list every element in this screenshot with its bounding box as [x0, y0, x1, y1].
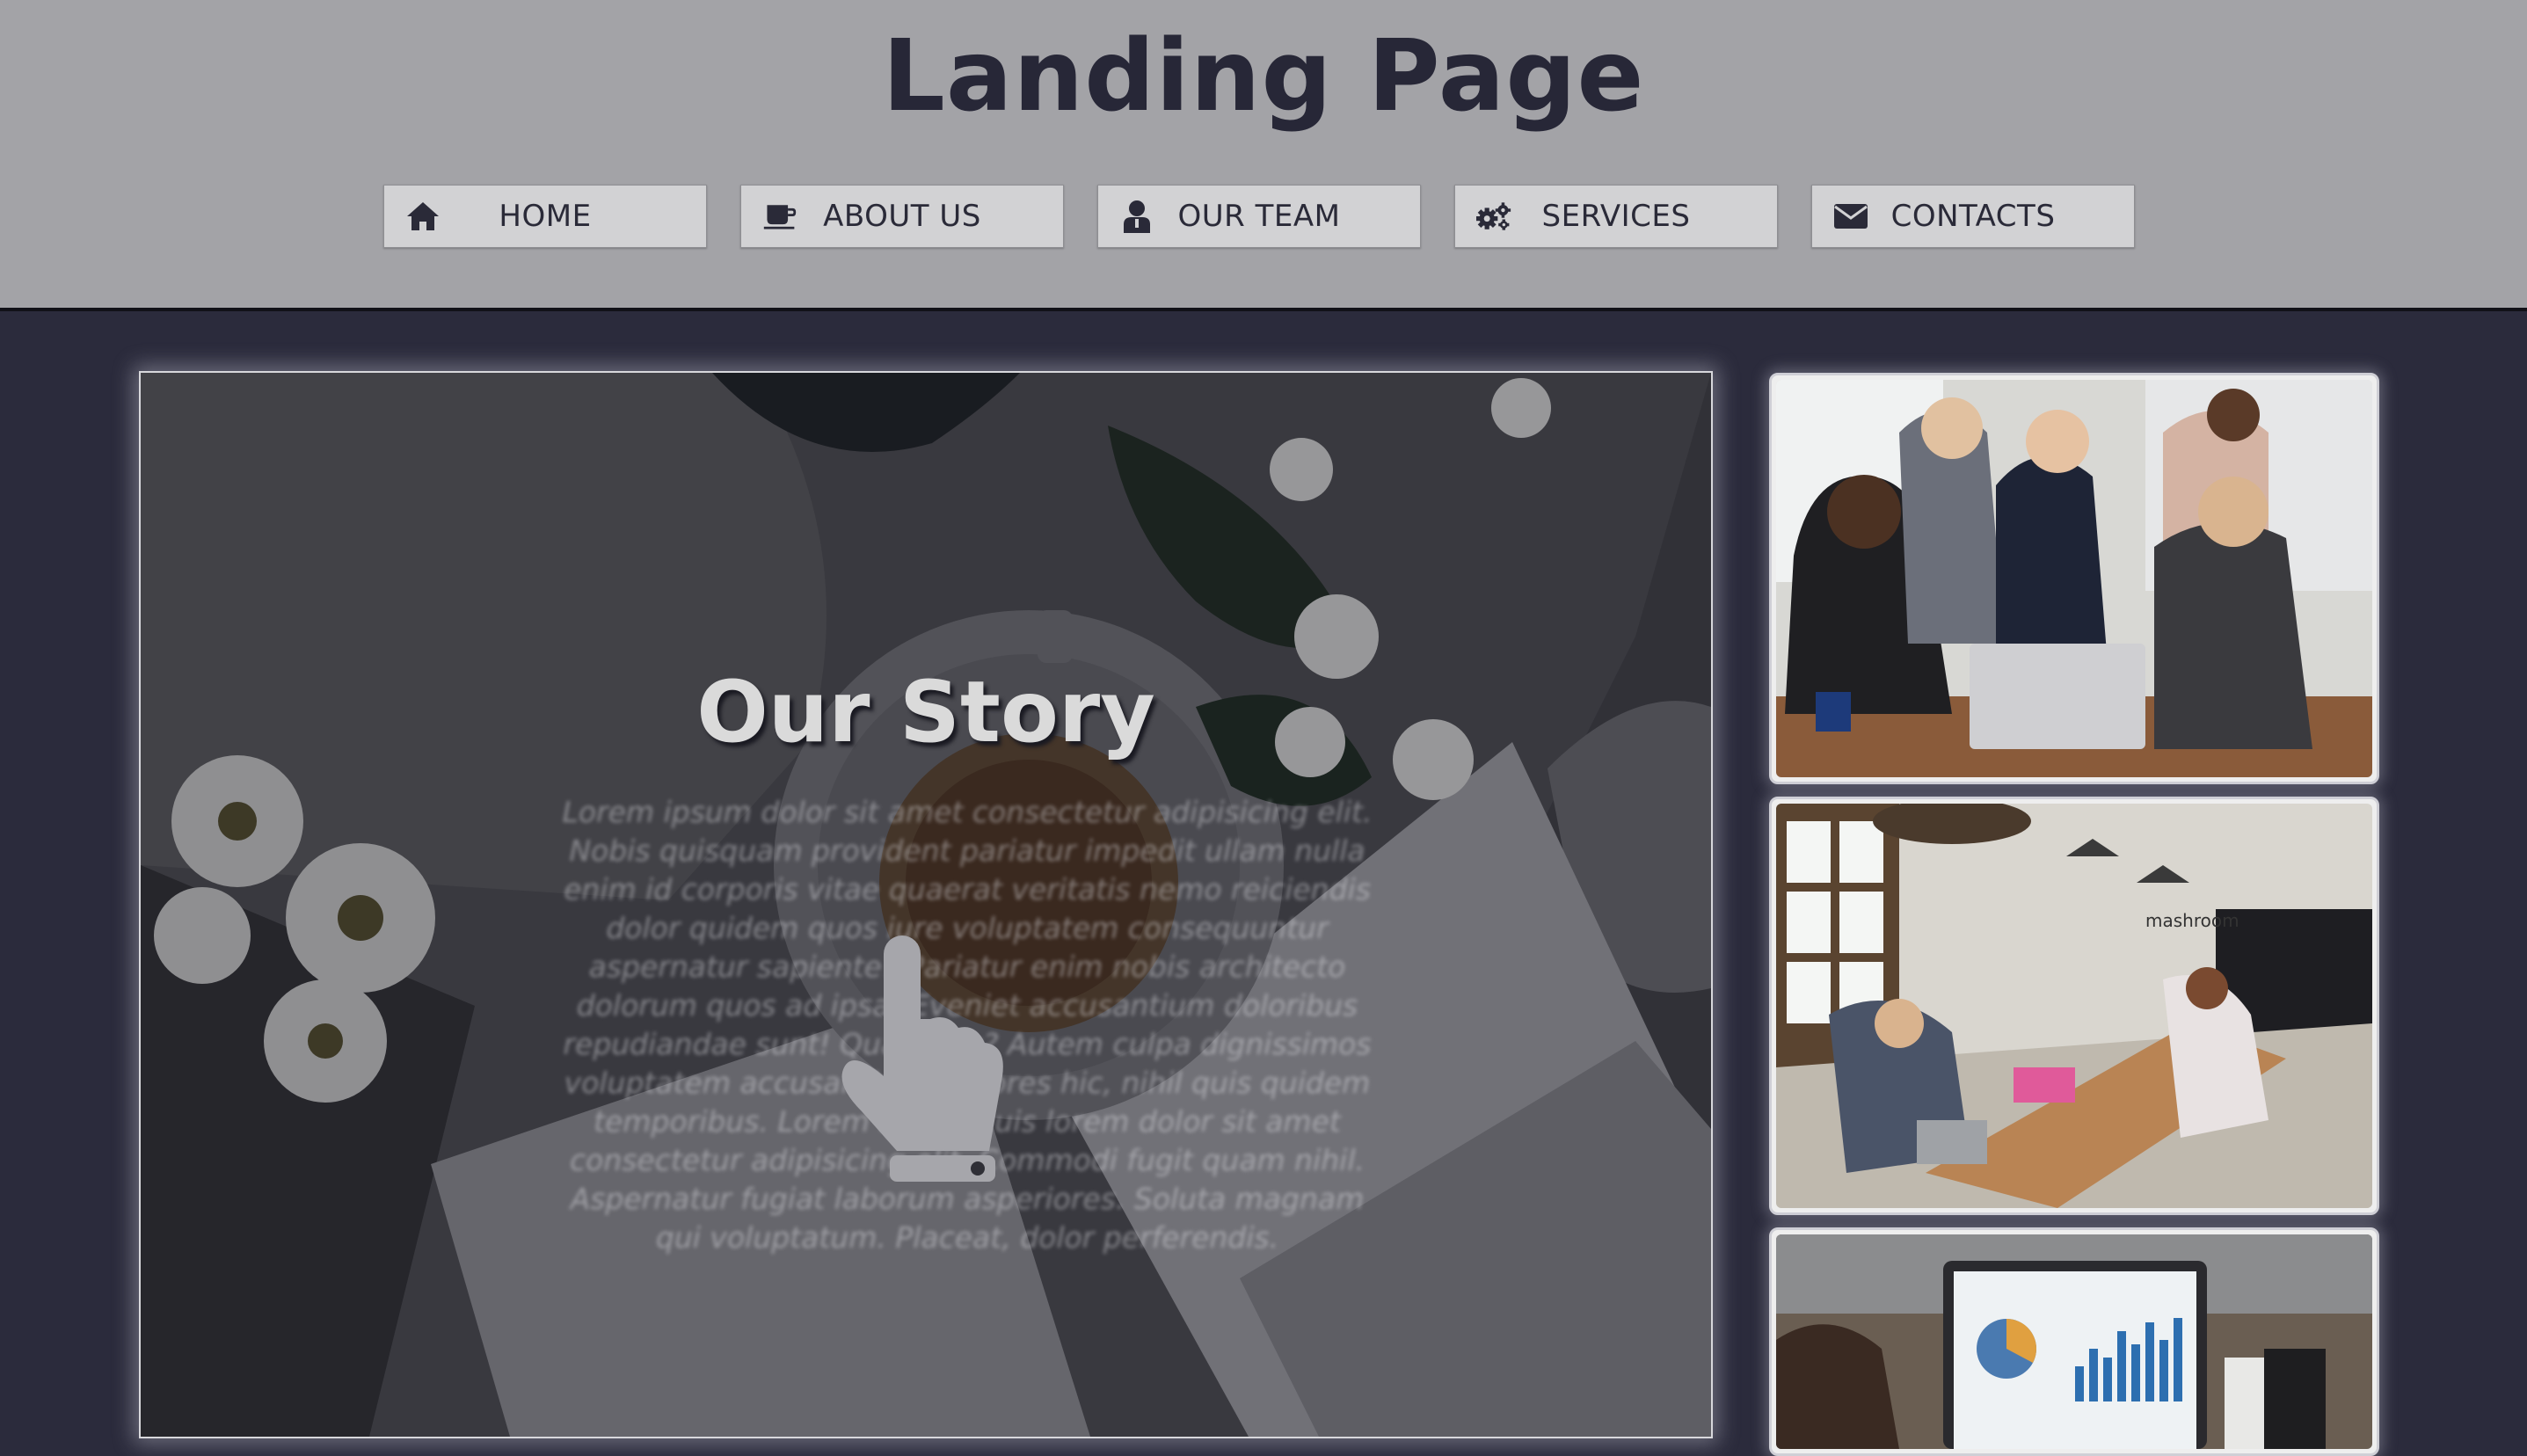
nav-home-label: HOME: [499, 199, 592, 234]
nav-our-team-label: OUR TEAM: [1177, 199, 1341, 234]
nav-about-us-label: ABOUT US: [823, 199, 981, 234]
hero-section: Our Story Lorem ipsum dolor sit amet con…: [139, 371, 1713, 1438]
nav-contacts-label: CONTACTS: [1890, 199, 2056, 234]
nav-our-team[interactable]: OUR TEAM: [1097, 185, 1421, 248]
gallery-image-laptop-chart[interactable]: [1769, 1227, 2379, 1456]
office-workspace-photo: mashroom: [1776, 804, 2372, 1208]
nav-about-us[interactable]: ABOUT US: [740, 185, 1064, 248]
hero-title: Our Story: [696, 663, 1155, 761]
laptop-chart-photo: [1776, 1234, 2372, 1449]
header: Landing Page HOME ABOUT US OUR TEAM SERV…: [0, 0, 2527, 311]
page-title: Landing Page: [882, 19, 1645, 134]
nav-services-label: SERVICES: [1541, 199, 1691, 234]
hand-pointer-icon[interactable]: [835, 935, 1029, 1182]
gallery-image-office-workspace[interactable]: mashroom: [1769, 797, 2379, 1215]
nav-contacts[interactable]: CONTACTS: [1811, 185, 2135, 248]
nav-home[interactable]: HOME: [383, 185, 707, 248]
team-meeting-photo: [1776, 380, 2372, 777]
gallery-image-team-meeting[interactable]: [1769, 373, 2379, 784]
nav-services[interactable]: SERVICES: [1454, 185, 1778, 248]
wall-sign-text: mashroom: [2145, 910, 2239, 931]
